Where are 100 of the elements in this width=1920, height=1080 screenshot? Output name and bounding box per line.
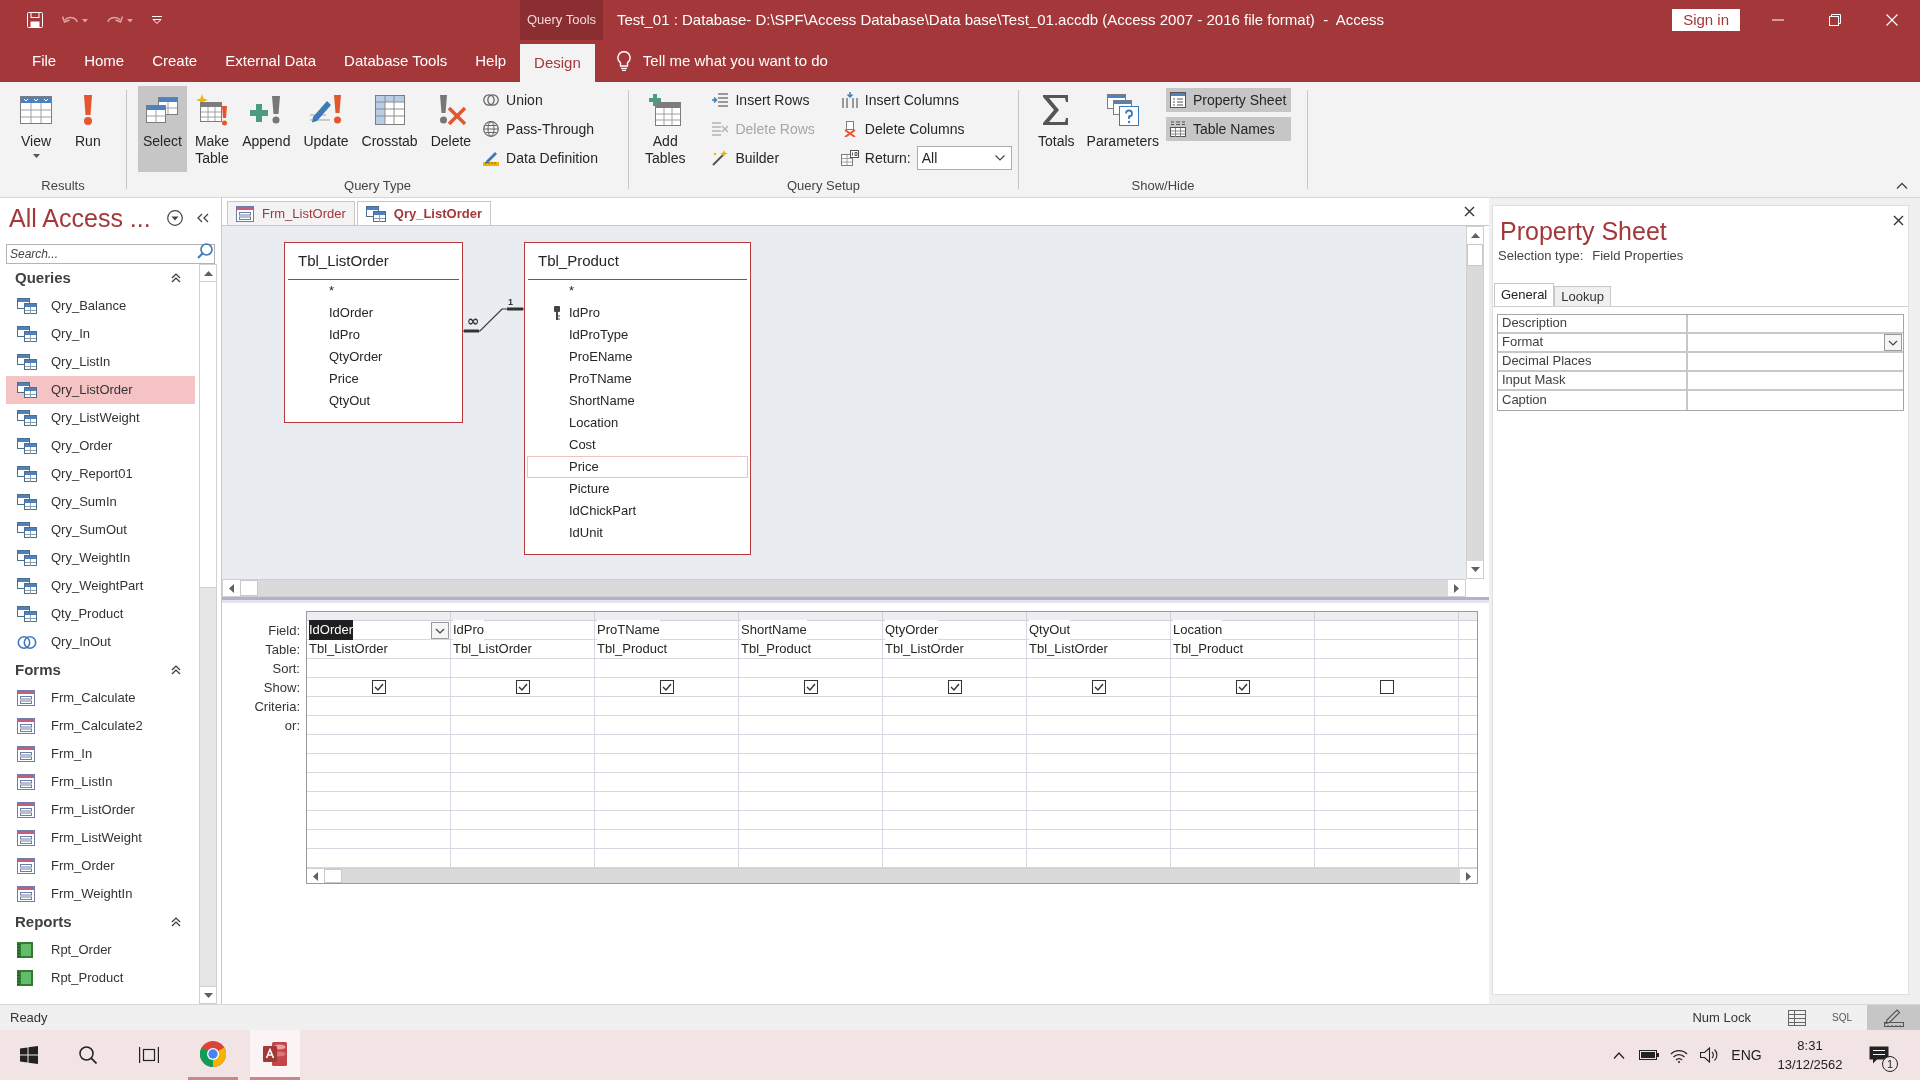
scroll-up-icon[interactable] — [1470, 233, 1480, 238]
notification-icon[interactable] — [1869, 1046, 1889, 1064]
ribbon-tab[interactable]: Help — [461, 40, 521, 82]
grid-cell[interactable] — [883, 811, 1027, 830]
grid-cell[interactable]: Tbl_ListOrder — [1027, 640, 1171, 659]
speaker-icon[interactable] — [1700, 1047, 1718, 1063]
ribbon-button[interactable]: Add Tables — [640, 86, 691, 172]
grid-cell[interactable] — [451, 697, 595, 716]
grid-cell[interactable] — [883, 697, 1027, 716]
grid-cell[interactable] — [883, 716, 1027, 735]
scrollbar-thumb[interactable] — [1467, 244, 1483, 266]
grid-cell[interactable] — [595, 773, 739, 792]
ribbon-button[interactable]: Make Table — [189, 86, 235, 172]
grid-cell[interactable] — [595, 678, 739, 697]
grid-cell[interactable] — [595, 830, 739, 849]
grid-cell[interactable] — [883, 659, 1027, 678]
ribbon-tab[interactable]: Design — [520, 44, 595, 82]
chevron-up-icon[interactable] — [1613, 1051, 1625, 1059]
grid-cell[interactable] — [307, 659, 451, 678]
return-dropdown[interactable]: All — [916, 146, 1012, 170]
ribbon-button[interactable]: Append — [237, 86, 296, 172]
property-tab[interactable]: General — [1494, 282, 1555, 306]
checkbox[interactable] — [1379, 680, 1394, 694]
grid-cell[interactable]: Tbl_Product — [739, 640, 883, 659]
save-icon[interactable] — [27, 12, 43, 28]
grid-cell[interactable] — [451, 754, 595, 773]
grid-cell[interactable] — [739, 716, 883, 735]
grid-cell[interactable] — [451, 792, 595, 811]
scrollbar-thumb[interactable] — [240, 580, 258, 596]
clock-date[interactable]: 13/12/2562 — [1777, 1055, 1843, 1074]
ribbon-button[interactable]: Data Definition — [479, 146, 603, 170]
grid-cell[interactable] — [1171, 754, 1315, 773]
field-item[interactable]: ShortName — [527, 390, 748, 412]
double-chevron-icon[interactable] — [171, 273, 181, 283]
grid-cell[interactable] — [739, 773, 883, 792]
field-item[interactable]: QtyOut — [287, 390, 460, 412]
close-icon[interactable] — [1464, 206, 1475, 217]
grid-cell[interactable] — [307, 811, 451, 830]
checkbox[interactable] — [1091, 680, 1106, 694]
grid-cell[interactable] — [739, 735, 883, 754]
redo-icon[interactable] — [107, 14, 133, 26]
grid-cell[interactable] — [1315, 792, 1459, 811]
grid-cell[interactable] — [1027, 697, 1171, 716]
grid-cell[interactable] — [883, 678, 1027, 697]
ribbon-button[interactable]: Update — [298, 86, 354, 172]
vertical-scrollbar[interactable] — [199, 264, 217, 1004]
grid-cell[interactable] — [883, 735, 1027, 754]
ribbon-button[interactable]: Property Sheet — [1165, 88, 1292, 112]
field-item[interactable]: ProEName — [527, 346, 748, 368]
ribbon-button[interactable]: Crosstab — [356, 86, 423, 172]
grid-cell[interactable] — [307, 754, 451, 773]
grid-cell[interactable] — [595, 697, 739, 716]
field-item[interactable]: IdPro — [287, 324, 460, 346]
grid-cell[interactable] — [1027, 830, 1171, 849]
grid-cell[interactable]: Tbl_Product — [1171, 640, 1315, 659]
grid-cell[interactable] — [739, 830, 883, 849]
table-field-list[interactable]: Tbl_Product * IdPro IdProType ProEName ProTName ShortName Location Cost Price Picture IdChickPart IdUnit — [524, 242, 751, 555]
grid-cell[interactable] — [595, 754, 739, 773]
grid-cell[interactable] — [451, 659, 595, 678]
search-icon[interactable] — [79, 1046, 97, 1064]
ribbon-button[interactable]: Insert Columns — [837, 88, 1012, 112]
minimize-icon[interactable] — [1771, 19, 1784, 21]
scroll-right-icon[interactable] — [1466, 871, 1471, 881]
language-indicator[interactable]: ENG — [1731, 1044, 1762, 1066]
document-tab[interactable]: Frm_ListOrder — [227, 201, 355, 225]
grid-cell[interactable] — [1171, 697, 1315, 716]
ribbon-button[interactable]: Totals — [1033, 86, 1080, 172]
field-item[interactable]: * — [287, 280, 460, 302]
checkbox[interactable] — [1235, 680, 1250, 694]
grid-cell[interactable] — [307, 716, 451, 735]
nav-group-header[interactable]: Queries — [15, 266, 71, 290]
grid-cell[interactable] — [595, 716, 739, 735]
double-chevron-left-icon[interactable] — [197, 213, 209, 223]
grid-cell[interactable] — [1171, 830, 1315, 849]
start-menu-icon[interactable] — [20, 1046, 38, 1064]
field-item[interactable]: IdProType — [527, 324, 748, 346]
grid-cell[interactable]: ShortName — [739, 621, 883, 640]
scroll-right-icon[interactable] — [1454, 583, 1459, 593]
column-selector[interactable] — [307, 612, 451, 621]
tell-me-search[interactable]: Tell me what you want to do — [616, 40, 828, 82]
grid-cell[interactable] — [595, 659, 739, 678]
grid-cell[interactable] — [307, 830, 451, 849]
grid-cell[interactable] — [1027, 678, 1171, 697]
customize-caret-icon[interactable] — [152, 16, 162, 24]
ribbon-button[interactable]: View — [15, 86, 57, 172]
grid-cell[interactable]: Location — [1171, 621, 1315, 640]
checkbox[interactable] — [515, 680, 530, 694]
field-item[interactable]: Price — [287, 368, 460, 390]
checkbox[interactable] — [947, 680, 962, 694]
grid-cell[interactable] — [1171, 735, 1315, 754]
grid-cell[interactable] — [739, 811, 883, 830]
grid-cell[interactable] — [1027, 811, 1171, 830]
field-item[interactable]: IdPro — [527, 302, 748, 324]
ribbon-button[interactable]: Parameters — [1081, 86, 1164, 172]
grid-cell[interactable] — [1027, 773, 1171, 792]
grid-cell[interactable] — [1027, 754, 1171, 773]
ribbon-tab[interactable]: External Data — [211, 40, 331, 82]
ribbon-tab[interactable]: File — [18, 40, 71, 82]
grid-cell[interactable]: Tbl_Product — [595, 640, 739, 659]
grid-cell[interactable] — [739, 754, 883, 773]
